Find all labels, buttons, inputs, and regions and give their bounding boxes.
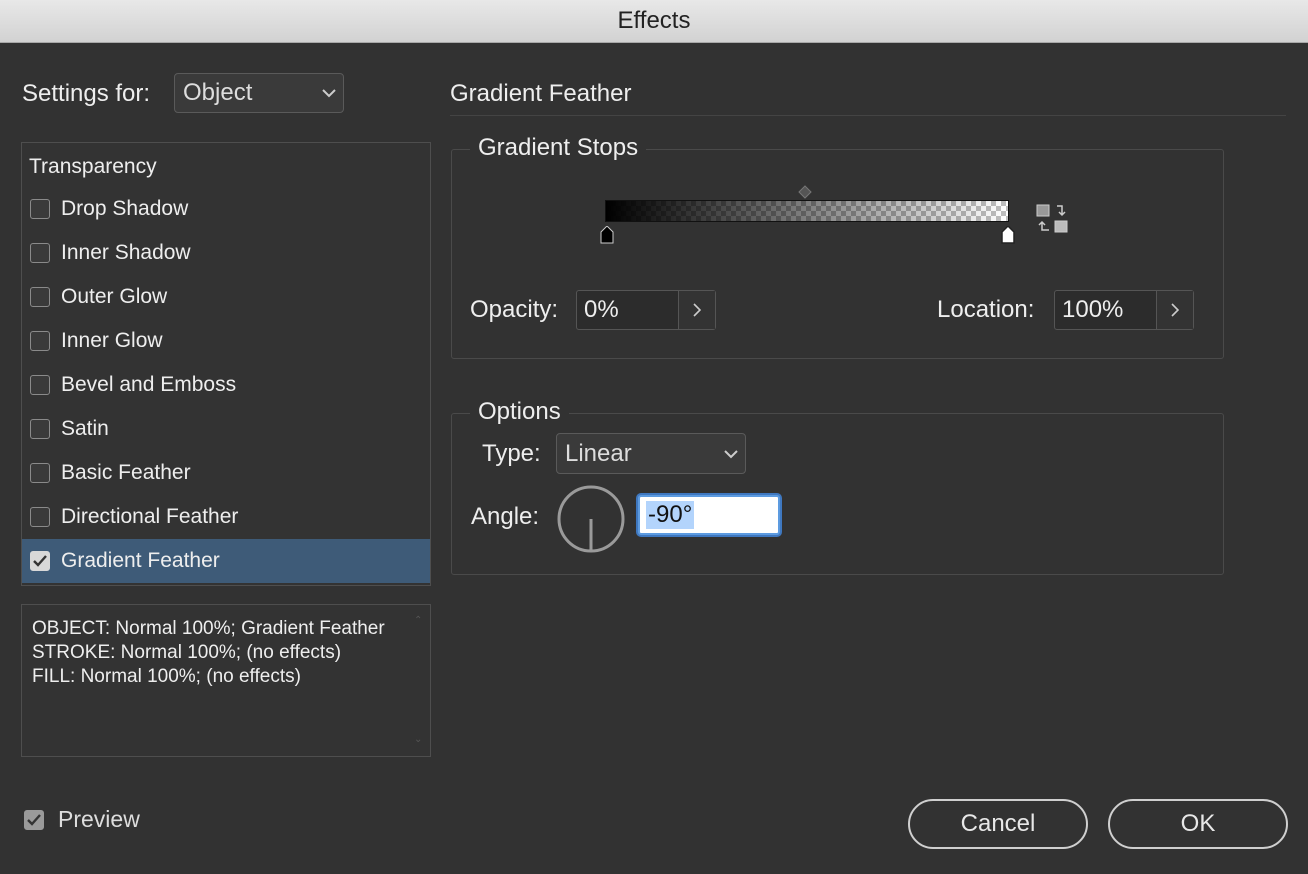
gradient-stop-end[interactable] <box>1001 226 1015 244</box>
type-value: Linear <box>565 439 632 467</box>
effects-list: Transparency Drop Shadow Inner Shadow Ou… <box>21 142 431 586</box>
gradient-feather-checkbox[interactable] <box>30 551 50 571</box>
ok-button-label: OK <box>1180 810 1216 837</box>
location-value[interactable]: 100% <box>1055 291 1156 329</box>
basic-feather-checkbox[interactable] <box>30 463 50 483</box>
preview-toggle[interactable]: Preview <box>24 806 140 833</box>
summary-fill: FILL: Normal 100%; (no effects) <box>32 666 301 687</box>
angle-label: Angle: <box>471 503 540 530</box>
window-title: Effects <box>617 7 691 34</box>
list-item-inner-shadow[interactable]: Inner Shadow <box>22 231 430 275</box>
list-item-label: Drop Shadow <box>61 197 189 220</box>
cancel-button-label: Cancel <box>960 810 1036 837</box>
summary-stroke: STROKE: Normal 100%; (no effects) <box>32 642 342 663</box>
section-title: Gradient Feather <box>450 80 632 107</box>
ok-button[interactable]: OK <box>1108 799 1288 849</box>
type-label: Type: <box>482 440 541 467</box>
list-item-label: Directional Feather <box>61 505 239 528</box>
chevron-right-icon[interactable] <box>1156 291 1193 329</box>
list-item-basic-feather[interactable]: Basic Feather <box>22 451 430 495</box>
effects-summary: OBJECT: Normal 100%; Gradient Feather ST… <box>21 604 431 757</box>
outer-glow-checkbox[interactable] <box>30 287 50 307</box>
checkmark-icon <box>27 813 41 826</box>
settings-for-label: Settings for: <box>22 80 151 107</box>
opacity-field[interactable]: 0% <box>576 290 716 330</box>
inner-shadow-checkbox[interactable] <box>30 243 50 263</box>
angle-dial-icon[interactable] <box>557 485 625 553</box>
window-titlebar: Effects <box>0 0 1308 43</box>
inner-glow-checkbox[interactable] <box>30 331 50 351</box>
gradient-stops-label: Gradient Stops <box>470 134 647 162</box>
opacity-label: Opacity: <box>470 296 559 323</box>
bevel-and-emboss-checkbox[interactable] <box>30 375 50 395</box>
list-item-label: Inner Shadow <box>61 241 191 264</box>
scroll-up-icon[interactable]: ⌃ <box>414 609 424 633</box>
list-item-outer-glow[interactable]: Outer Glow <box>22 275 430 319</box>
preview-checkbox[interactable] <box>24 809 44 830</box>
reverse-gradient-icon[interactable] <box>1036 203 1070 235</box>
drop-shadow-checkbox[interactable] <box>30 199 50 219</box>
directional-feather-checkbox[interactable] <box>30 507 50 527</box>
list-item-label: Satin <box>61 417 109 440</box>
list-item-label: Inner Glow <box>61 329 163 352</box>
list-item-label: Gradient Feather <box>61 549 220 572</box>
scroll-down-icon[interactable]: ⌄ <box>414 728 424 752</box>
list-item-satin[interactable]: Satin <box>22 407 430 451</box>
gradient-ramp[interactable] <box>605 200 1009 222</box>
list-item-drop-shadow[interactable]: Drop Shadow <box>22 187 430 231</box>
opacity-value[interactable]: 0% <box>577 291 678 329</box>
checkmark-icon <box>33 555 47 567</box>
list-item-transparency[interactable]: Transparency <box>29 155 157 179</box>
cancel-button[interactable]: Cancel <box>908 799 1088 849</box>
list-item-label: Bevel and Emboss <box>61 373 237 396</box>
type-dropdown[interactable]: Linear <box>556 433 746 474</box>
summary-object: OBJECT: Normal 100%; Gradient Feather <box>32 618 385 639</box>
settings-for-dropdown[interactable]: Object <box>174 73 344 113</box>
chevron-down-icon <box>315 88 343 98</box>
angle-input[interactable]: -90° <box>638 495 780 535</box>
list-item-bevel-and-emboss[interactable]: Bevel and Emboss <box>22 363 430 407</box>
preview-label: Preview <box>58 806 140 832</box>
section-divider <box>450 115 1286 116</box>
chevron-right-icon[interactable] <box>678 291 715 329</box>
angle-value[interactable]: -90° <box>646 501 695 529</box>
chevron-down-icon <box>717 449 745 459</box>
list-item-gradient-feather[interactable]: Gradient Feather <box>22 539 430 583</box>
satin-checkbox[interactable] <box>30 419 50 439</box>
gradient-stop-start[interactable] <box>600 226 614 244</box>
list-item-label: Basic Feather <box>61 461 191 484</box>
options-label: Options <box>470 398 569 426</box>
list-item-label: Outer Glow <box>61 285 168 308</box>
location-field[interactable]: 100% <box>1054 290 1194 330</box>
list-item-inner-glow[interactable]: Inner Glow <box>22 319 430 363</box>
midpoint-diamond-icon[interactable] <box>798 185 812 199</box>
location-label: Location: <box>937 296 1035 323</box>
settings-for-value: Object <box>183 79 253 106</box>
list-item-directional-feather[interactable]: Directional Feather <box>22 495 430 539</box>
